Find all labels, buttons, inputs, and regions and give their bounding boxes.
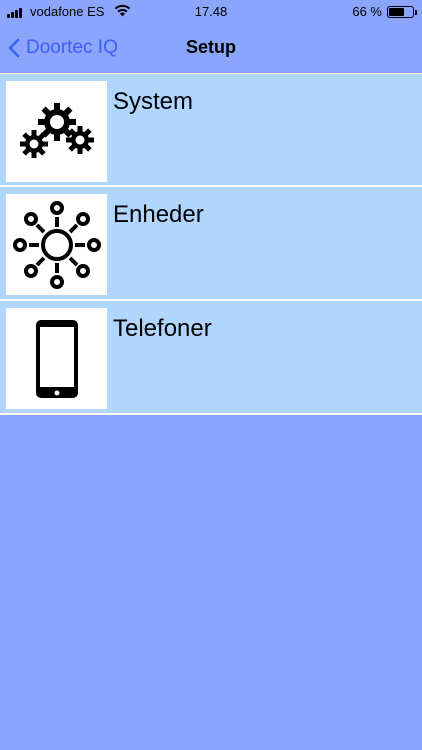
navigation-bar: Doortec IQ Setup: [0, 24, 422, 72]
smartphone-icon: [35, 319, 78, 398]
list-item-telefoner[interactable]: Telefoner: [0, 301, 422, 415]
gears-icon: [19, 102, 94, 158]
devices-hub-icon: [12, 200, 101, 289]
list-item-label: System: [113, 88, 194, 115]
list-item-label: Telefoner: [113, 315, 212, 342]
setup-list: System Enheder Telefoner: [0, 73, 422, 415]
list-item-enheder[interactable]: Enheder: [0, 187, 422, 301]
battery-icon: [387, 6, 414, 18]
thumbnail: [6, 81, 107, 182]
list-item-label: Enheder: [113, 201, 204, 228]
status-bar: vodafone ES 17.48 66 %: [0, 0, 422, 24]
thumbnail: [6, 308, 107, 409]
page-title: Setup: [185, 37, 236, 57]
battery-percentage: 66 %: [352, 4, 382, 19]
list-item-system[interactable]: System: [0, 73, 422, 187]
battery-cap: [415, 10, 417, 15]
setup-screen: vodafone ES 17.48 66 % Doortec IQ Setup: [0, 0, 422, 750]
thumbnail: [6, 194, 107, 295]
